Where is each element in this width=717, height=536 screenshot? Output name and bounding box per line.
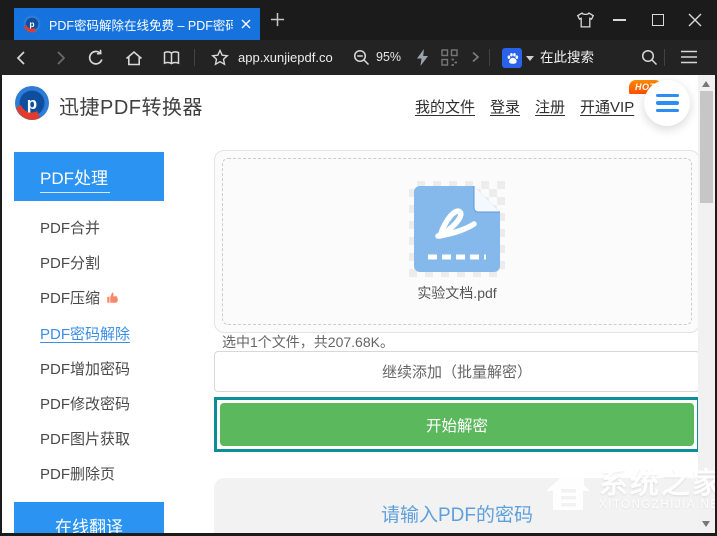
file-name: 实验文档.pdf xyxy=(417,283,496,303)
file-icon-wrap[interactable] xyxy=(409,181,505,277)
back-icon[interactable] xyxy=(12,48,32,68)
sidebar-section-pdf[interactable]: PDF处理 xyxy=(14,152,164,201)
refresh-icon[interactable] xyxy=(86,48,106,68)
dropzone-inner: 实验文档.pdf xyxy=(222,158,692,325)
upload-dropzone[interactable]: 实验文档.pdf xyxy=(214,150,700,333)
login-link[interactable]: 登录 xyxy=(490,96,520,117)
toolbar-divider xyxy=(664,49,665,66)
add-more-button[interactable]: 继续添加（批量解密） xyxy=(214,351,700,392)
sidebar-item-pdf-split[interactable]: PDF分割 xyxy=(14,246,164,281)
sidebar-item-pdf-password-remove[interactable]: PDF密码解除 xyxy=(14,317,164,352)
my-files-link[interactable]: 我的文件 xyxy=(415,96,475,117)
sidebar-item-pdf-change-password[interactable]: PDF修改密码 xyxy=(14,387,164,422)
toolbar-divider xyxy=(194,49,195,66)
menu-bar xyxy=(656,101,679,105)
tab-close-icon[interactable] xyxy=(241,19,251,29)
forward-icon[interactable] xyxy=(50,48,70,68)
zoom-level[interactable]: 95% xyxy=(376,40,401,75)
browser-tab[interactable]: p PDF密码解除在线免费 – PDF密码移除 xyxy=(14,8,260,40)
sidebar-item-pdf-compress[interactable]: PDF压缩 xyxy=(14,281,164,316)
reading-mode-book-icon[interactable] xyxy=(161,48,182,68)
minimize-button[interactable] xyxy=(613,19,626,21)
menu-bar xyxy=(656,109,679,113)
flash-lightning-icon[interactable] xyxy=(414,48,431,67)
toolbar-divider xyxy=(489,49,490,66)
new-tab-button[interactable] xyxy=(270,12,285,27)
scroll-down-arrow-icon[interactable] xyxy=(702,521,710,527)
page-scrollbar[interactable] xyxy=(698,75,715,533)
site-logo-icon[interactable]: p xyxy=(14,85,50,121)
site-title: 迅捷PDF转换器 xyxy=(59,91,203,120)
selection-summary: 选中1个文件，共207.68K。 xyxy=(222,332,394,352)
baidu-search-engine-icon[interactable] xyxy=(502,48,522,68)
menu-bar xyxy=(656,94,679,98)
site-favicon-icon: p xyxy=(23,15,41,33)
menu-icon[interactable] xyxy=(680,50,698,64)
register-link[interactable]: 注册 xyxy=(535,96,565,117)
search-icon[interactable] xyxy=(640,48,659,67)
close-button[interactable] xyxy=(688,13,702,27)
sidebar-item-pdf-extract-images[interactable]: PDF图片获取 xyxy=(14,422,164,457)
open-vip-link[interactable]: 开通VIP xyxy=(580,96,634,117)
password-prompt-text: 请输入PDF的密码 xyxy=(381,500,533,527)
sidebar: PDF处理 PDF合并 PDF分割 PDF压缩 PDF密码解除 PDF增加密码 … xyxy=(14,152,164,533)
sidebar-item-pdf-delete-pages[interactable]: PDF删除页 xyxy=(14,457,164,492)
caret-down-icon[interactable] xyxy=(526,56,534,61)
highlight-outline: 开始解密 xyxy=(214,397,700,452)
password-prompt-box[interactable]: 请输入PDF的密码 xyxy=(214,478,700,533)
svg-text:p: p xyxy=(29,19,34,29)
pdf-file-icon xyxy=(412,184,502,274)
theme-shirt-icon[interactable] xyxy=(576,11,595,29)
sidebar-item-pdf-merge[interactable]: PDF合并 xyxy=(14,211,164,246)
search-in-page-field[interactable]: 在此搜索 xyxy=(540,40,594,75)
qr-code-icon[interactable] xyxy=(440,48,459,67)
maximize-button[interactable] xyxy=(652,14,664,26)
menu-circle-button[interactable] xyxy=(644,80,690,126)
tab-title: PDF密码解除在线免费 – PDF密码移除 xyxy=(49,15,233,34)
web-page: p 迅捷PDF转换器 我的文件 登录 注册 开通VIP HOT PDF处理 PD… xyxy=(2,75,715,533)
address-bar-url[interactable]: app.xunjiepdf.co xyxy=(238,40,333,75)
header-nav: 我的文件 登录 注册 开通VIP xyxy=(415,96,634,117)
browser-toolbar: app.xunjiepdf.co 95% 在此搜索 xyxy=(0,40,717,75)
expand-chevron-icon[interactable] xyxy=(466,48,484,66)
start-decrypt-button[interactable]: 开始解密 xyxy=(220,403,694,446)
zoom-out-icon[interactable] xyxy=(352,48,371,67)
sidebar-section-translate[interactable]: 在线翻译 xyxy=(14,502,164,534)
sidebar-menu: PDF合并 PDF分割 PDF压缩 PDF密码解除 PDF增加密码 PDF修改密… xyxy=(14,211,164,493)
scrollbar-thumb[interactable] xyxy=(700,91,713,203)
svg-text:p: p xyxy=(27,94,37,113)
thumbs-up-icon xyxy=(105,283,120,318)
scroll-up-arrow-icon[interactable] xyxy=(702,81,710,87)
favorite-star-icon[interactable] xyxy=(210,48,230,68)
home-icon[interactable] xyxy=(124,48,144,68)
sidebar-item-pdf-add-password[interactable]: PDF增加密码 xyxy=(14,352,164,387)
title-bar: p PDF密码解除在线免费 – PDF密码移除 xyxy=(0,0,717,40)
